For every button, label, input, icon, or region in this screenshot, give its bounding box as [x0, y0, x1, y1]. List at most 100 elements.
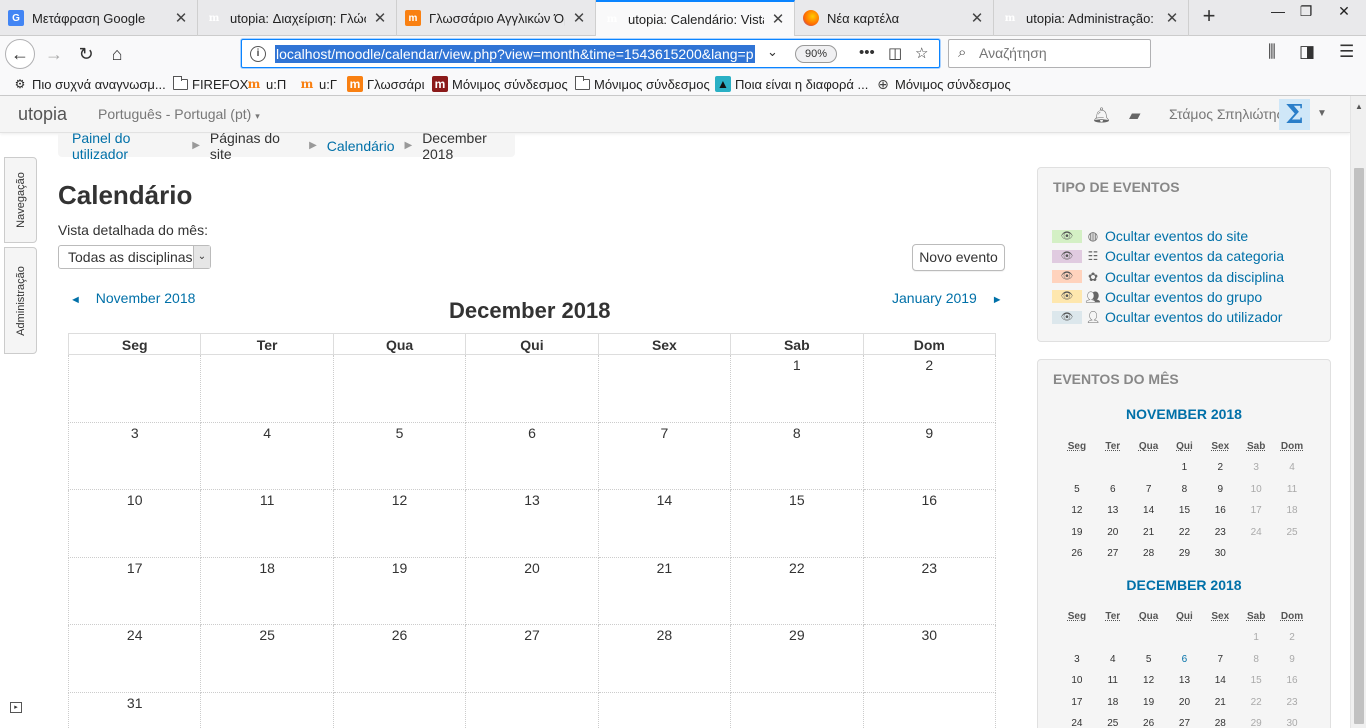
mini-month-title[interactable]: DECEMBER 2018 [1037, 577, 1331, 593]
eye-icon[interactable]: 👁︎ [1052, 229, 1082, 243]
zoom-indicator[interactable]: 90% [795, 45, 837, 63]
tab-utopia-administration[interactable]: m utopia: Administração: Idi ✕ [994, 0, 1189, 36]
calendar-day-cell[interactable]: 29 [730, 624, 864, 693]
search-bar[interactable]: ⌕ [948, 39, 1151, 68]
url-text[interactable]: localhost/moodle/calendar/view.php?view=… [275, 45, 755, 63]
breadcrumb-calendar[interactable]: Calendário [327, 138, 395, 154]
close-icon[interactable]: ✕ [173, 9, 189, 27]
page-scrollbar[interactable]: ▲ [1350, 96, 1366, 728]
calendar-day-cell[interactable]: 8 [730, 421, 864, 490]
url-bar[interactable]: i localhost/moodle/calendar/view.php?vie… [241, 39, 940, 68]
home-button[interactable]: ⌂ [102, 39, 132, 69]
forward-button[interactable]: → [39, 39, 69, 69]
tab-utopia-admin[interactable]: m utopia: Διαχείριση: Γλώσσ ✕ [198, 0, 397, 36]
calendar-day-cell[interactable]: 7 [597, 421, 732, 490]
bookmark-glossary[interactable]: m Γλωσσάρι [347, 75, 424, 93]
language-menu[interactable]: Português - Portugal (pt) ▾ [98, 106, 260, 122]
library-icon[interactable]: ⫼ [1268, 42, 1276, 62]
bookmark-permalink-1[interactable]: m Μόνιμος σύνδεσμος [432, 75, 568, 93]
close-icon[interactable]: ✕ [571, 9, 587, 27]
info-icon[interactable]: i [250, 46, 266, 62]
calendar-day-cell[interactable]: 3 [67, 421, 202, 490]
menu-icon[interactable]: ☰ [1339, 42, 1354, 62]
dock-toggle-icon[interactable]: ▸ [10, 702, 22, 713]
next-month-link[interactable]: January 2019 ► [892, 290, 1003, 306]
calendar-day-cell[interactable]: 6 [465, 421, 599, 490]
calendar-day-cell[interactable]: 17 [67, 556, 202, 625]
scrollbar-thumb[interactable] [1354, 168, 1364, 724]
eye-icon[interactable]: 👁︎ [1052, 249, 1082, 263]
reload-button[interactable]: ↻ [71, 39, 101, 69]
dock-administration[interactable]: Administração [4, 247, 37, 354]
pocket-icon[interactable]: ◫ [888, 44, 902, 62]
calendar-day-cell[interactable]: 14 [597, 489, 732, 558]
event-type-toggle[interactable]: 👁︎ 👥︎ Ocultar eventos do grupo [1052, 289, 1262, 305]
new-event-button[interactable]: Novo evento [912, 244, 1005, 271]
back-button[interactable]: ← [5, 39, 35, 69]
calendar-day-cell[interactable]: 9 [862, 421, 997, 490]
eye-icon[interactable]: 👁︎ [1052, 270, 1082, 284]
bookmark-u-g[interactable]: m u:Γ [299, 75, 337, 93]
new-tab-button[interactable]: + [1196, 4, 1222, 30]
calendar-day-cell[interactable]: 24 [67, 624, 202, 693]
calendar-day-cell[interactable]: 13 [465, 489, 599, 558]
notifications-icon[interactable]: 🔔︎ [1092, 106, 1111, 124]
calendar-day-cell[interactable]: 31 [67, 691, 202, 728]
calendar-day-cell[interactable]: 11 [200, 489, 334, 558]
close-icon[interactable]: ✕ [372, 9, 388, 27]
calendar-day-cell[interactable]: 18 [200, 556, 334, 625]
bookmark-u-p[interactable]: m u:Π [246, 75, 287, 93]
site-brand[interactable]: utopia [18, 104, 67, 125]
bookmark-permalink-3[interactable]: ⊕ Μόνιμος σύνδεσμος [875, 75, 1011, 93]
prev-month-link[interactable]: ◄ November 2018 [70, 290, 195, 306]
event-type-toggle[interactable]: 👁︎ 👤︎ Ocultar eventos do utilizador [1052, 309, 1282, 325]
mini-day-cell[interactable]: 6 [1167, 649, 1203, 671]
sidebar-icon[interactable]: ◨ [1299, 42, 1315, 62]
calendar-day-cell[interactable]: 19 [332, 556, 467, 625]
event-type-label[interactable]: Ocultar eventos do site [1105, 228, 1248, 244]
calendar-day-cell[interactable]: 2 [862, 354, 997, 423]
tab-calendar[interactable]: m utopia: Calendário: Vista d ✕ [596, 0, 795, 36]
calendar-day-cell[interactable]: 28 [597, 624, 732, 693]
eye-icon[interactable]: 👁︎ [1052, 290, 1082, 304]
calendar-day-cell[interactable]: 20 [465, 556, 599, 625]
close-icon[interactable]: ✕ [969, 9, 985, 27]
close-icon[interactable]: ✕ [770, 10, 786, 28]
calendar-day-cell[interactable]: 12 [332, 489, 467, 558]
calendar-day-cell[interactable]: 30 [862, 624, 997, 693]
chevron-down-icon[interactable]: ⌄ [767, 44, 778, 60]
calendar-day-cell[interactable]: 5 [332, 421, 467, 490]
event-type-toggle[interactable]: 👁︎ ✿ Ocultar eventos da disciplina [1052, 269, 1284, 285]
event-type-label[interactable]: Ocultar eventos da categoria [1105, 248, 1284, 264]
eye-icon[interactable]: 👁︎ [1052, 310, 1082, 324]
event-type-label[interactable]: Ocultar eventos da disciplina [1105, 269, 1284, 285]
bookmark-difference[interactable]: ▲ Ποια είναι η διαφορά ... [715, 75, 868, 93]
event-type-toggle[interactable]: 👁︎ ◍ Ocultar eventos do site [1052, 228, 1248, 244]
event-type-label[interactable]: Ocultar eventos do utilizador [1105, 309, 1282, 325]
page-actions-icon[interactable]: ••• [859, 44, 875, 61]
search-input[interactable] [979, 45, 1144, 61]
bookmark-folder-firefox[interactable]: FIREFOX [172, 75, 248, 93]
calendar-day-cell[interactable]: 10 [67, 489, 202, 558]
calendar-day-cell[interactable]: 21 [597, 556, 732, 625]
calendar-day-cell[interactable]: 16 [862, 489, 997, 558]
bookmark-most-visited[interactable]: ⚙ Πιο συχνά αναγνωσμ... [12, 75, 166, 93]
event-type-toggle[interactable]: 👁︎ ☷ Ocultar eventos da categoria [1052, 248, 1284, 264]
bookmark-permalink-2[interactable]: Μόνιμος σύνδεσμος [574, 75, 710, 93]
scroll-up-icon[interactable]: ▲ [1355, 102, 1363, 111]
event-type-label[interactable]: Ocultar eventos do grupo [1105, 289, 1262, 305]
calendar-day-cell[interactable]: 26 [332, 624, 467, 693]
tab-google-translate[interactable]: G Μετάφραση Google ✕ [0, 0, 198, 36]
calendar-day-cell[interactable]: 1 [730, 354, 864, 423]
bookmark-star-icon[interactable]: ☆ [915, 44, 928, 62]
caret-down-icon[interactable]: ▼ [1317, 108, 1327, 119]
close-icon[interactable]: ✕ [1164, 9, 1180, 27]
dock-navigation[interactable]: Navegação [4, 157, 37, 243]
messages-icon[interactable]: ▰ [1129, 106, 1141, 124]
calendar-day-cell[interactable]: 25 [200, 624, 334, 693]
tab-glossary[interactable]: m Γλωσσάριο Αγγλικών Όρ ✕ [397, 0, 596, 36]
calendar-day-cell[interactable]: 22 [730, 556, 864, 625]
calendar-day-cell[interactable]: 23 [862, 556, 997, 625]
avatar[interactable]: Σ [1279, 99, 1310, 130]
course-select[interactable]: Todas as disciplinas ⌄ [58, 245, 211, 269]
